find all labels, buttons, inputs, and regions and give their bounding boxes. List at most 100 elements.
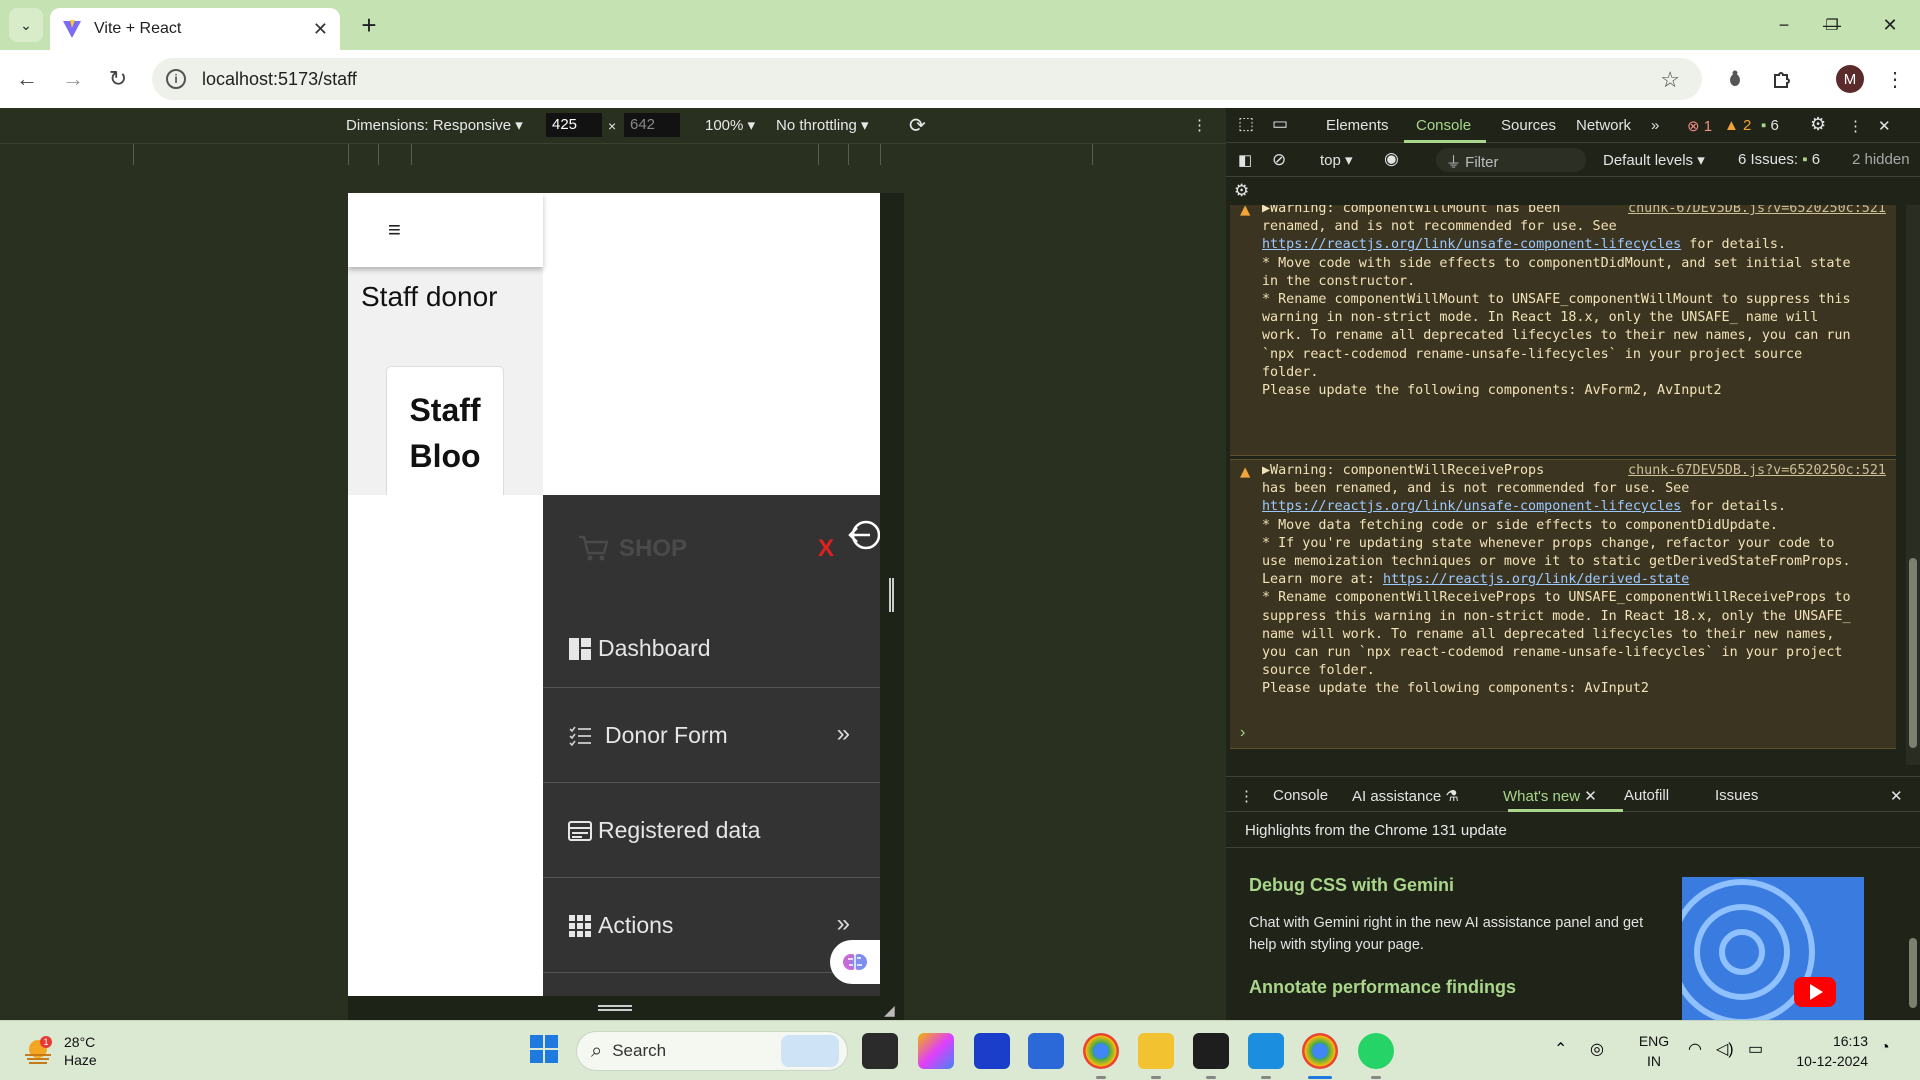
whats-new-heading-2[interactable]: Annotate performance findings <box>1249 977 1516 998</box>
tab-sources[interactable]: Sources <box>1501 117 1556 134</box>
rotate-icon[interactable]: ⟳ <box>909 113 926 138</box>
drawer-tab-whats-new[interactable]: What's new ✕ <box>1503 787 1597 805</box>
dimensions-dropdown[interactable]: Dimensions: Responsive ▾ <box>346 116 523 134</box>
close-tab-icon[interactable]: ✕ <box>313 19 328 40</box>
chrome-profile-p-icon[interactable] <box>1083 1033 1119 1069</box>
hamburger-menu-icon[interactable]: ≡ <box>388 217 401 243</box>
network-globe-icon[interactable]: ◎ <box>1590 1039 1604 1059</box>
microsoft-store-icon[interactable] <box>1028 1033 1064 1069</box>
inspect-element-icon[interactable]: ⬚ <box>1238 114 1254 134</box>
start-button[interactable] <box>528 1033 564 1069</box>
collapse-sidebar-icon[interactable] <box>846 518 880 552</box>
console-warning-1[interactable]: ▲ chunk-67DEV5DB.js?v=6520250c:521 ▶Warn… <box>1230 205 1896 456</box>
error-count[interactable]: ⊗ 1 <box>1687 117 1712 135</box>
whatsapp-icon[interactable] <box>1358 1033 1394 1069</box>
issues-button[interactable]: 6 Issues: ▪ 6 <box>1738 151 1820 168</box>
language-indicator[interactable]: ENG IN <box>1636 1031 1672 1071</box>
weather-widget[interactable]: 1 28°C Haze <box>22 1029 97 1073</box>
devtools-menu-icon[interactable]: ⋮ <box>1848 117 1863 135</box>
chevron-double-right-icon: » <box>836 720 850 747</box>
resize-handle-icon[interactable] <box>889 578 894 612</box>
sidebar-close-button[interactable]: X <box>818 535 834 563</box>
staff-card[interactable]: Staff Bloo <box>386 366 504 506</box>
whats-new-heading-1[interactable]: Debug CSS with Gemini <box>1249 875 1454 896</box>
battery-icon[interactable]: ▭ <box>1748 1039 1763 1059</box>
wifi-icon[interactable]: ◠ <box>1688 1039 1702 1059</box>
restore-button[interactable]: ❐ <box>1812 8 1852 42</box>
vscode-icon[interactable] <box>1248 1033 1284 1069</box>
more-tabs-icon[interactable]: » <box>1651 117 1659 134</box>
resize-corner-icon[interactable]: ◢ <box>884 1002 895 1019</box>
profile-avatar[interactable]: M <box>1836 65 1864 93</box>
warning-source-link[interactable]: chunk-67DEV5DB.js?v=6520250c:521 <box>1628 462 1886 480</box>
sidebar-toggle-icon[interactable]: ◧ <box>1238 151 1252 169</box>
forward-button[interactable]: → <box>56 62 90 96</box>
resize-handle-icon[interactable] <box>598 1005 632 1011</box>
whats-new-scrollbar-thumb[interactable] <box>1909 938 1917 1008</box>
minimize-icon[interactable]: − <box>1764 8 1804 42</box>
console-scrollbar-thumb[interactable] <box>1909 558 1917 748</box>
site-info-icon[interactable]: i <box>166 69 186 89</box>
clear-console-icon[interactable]: ⊘ <box>1272 150 1286 170</box>
browser-tab[interactable]: Vite + React ✕ <box>50 8 340 50</box>
live-expression-eye-icon[interactable]: ◉ <box>1384 149 1399 169</box>
settings-gear-icon[interactable]: ⚙ <box>1810 114 1826 135</box>
drawer-tab-issues[interactable]: Issues <box>1715 787 1758 804</box>
back-button[interactable]: ← <box>10 62 44 96</box>
device-options-icon[interactable]: ⋮ <box>1192 116 1207 134</box>
close-devtools-icon[interactable]: ✕ <box>1878 117 1891 135</box>
zoom-dropdown[interactable]: 100% ▾ <box>705 116 755 134</box>
browser-menu-icon[interactable]: ⋮ <box>1878 62 1912 96</box>
bookmark-star-icon[interactable]: ☆ <box>1660 67 1680 93</box>
task-view-icon[interactable] <box>862 1033 898 1069</box>
sidebar-item-dashboard[interactable]: Dashboard <box>543 607 880 688</box>
sidebar-item-registered-data[interactable]: Registered data <box>543 783 880 878</box>
derived-state-link[interactable]: https://reactjs.org/link/derived-state <box>1383 572 1689 587</box>
taskbar-search[interactable]: ⌕ Search <box>576 1031 848 1071</box>
tab-network[interactable]: Network <box>1576 117 1631 134</box>
docs-link[interactable]: https://reactjs.org/link/unsafe-componen… <box>1262 499 1681 514</box>
message-count[interactable]: ▪ 6 <box>1761 117 1779 134</box>
console-settings-gear-icon[interactable]: ⚙ <box>1234 181 1249 201</box>
ai-assistant-bubble[interactable] <box>830 940 880 984</box>
console-prompt[interactable]: › <box>1240 724 1245 742</box>
volume-icon[interactable]: ◁) <box>1716 1039 1734 1059</box>
tab-search-button[interactable]: ⌄ <box>9 8 43 42</box>
whats-new-video-thumbnail[interactable] <box>1682 877 1864 1020</box>
tab-console[interactable]: Console <box>1416 117 1471 134</box>
reload-button[interactable]: ↻ <box>101 62 135 96</box>
device-toggle-icon[interactable]: ▭ <box>1272 114 1288 134</box>
close-window-button[interactable]: ✕ <box>1870 8 1910 42</box>
width-input[interactable]: 425 <box>546 113 602 137</box>
terminal-icon[interactable] <box>1193 1033 1229 1069</box>
context-selector[interactable]: top ▾ <box>1320 151 1353 169</box>
drawer-tab-autofill[interactable]: Autofill <box>1624 787 1669 804</box>
chrome-profile-m-icon[interactable] <box>1302 1033 1338 1069</box>
close-icon[interactable]: ✕ <box>1584 788 1597 805</box>
tab-elements[interactable]: Elements <box>1326 117 1389 134</box>
extensions-puzzle-icon[interactable] <box>1765 62 1799 96</box>
drawer-tabbar: ⋮ Console AI assistance ⚗ What's new ✕ A… <box>1226 776 1920 812</box>
close-drawer-icon[interactable]: ✕ <box>1890 787 1903 805</box>
drawer-menu-icon[interactable]: ⋮ <box>1239 787 1254 805</box>
show-hidden-icons-chevron-icon[interactable]: ⌃ <box>1554 1039 1567 1059</box>
console-filter-input[interactable]: ⏚ Filter <box>1436 148 1586 172</box>
system-clock[interactable]: 16:13 10-12-2024 <box>1788 1031 1868 1071</box>
extension-bug-icon[interactable] <box>1718 62 1752 96</box>
log-levels-dropdown[interactable]: Default levels ▾ <box>1603 151 1705 169</box>
drawer-tab-console[interactable]: Console <box>1273 787 1328 804</box>
drawer-tab-ai-assistance[interactable]: AI assistance ⚗ <box>1352 787 1459 805</box>
file-explorer-icon[interactable] <box>1138 1033 1174 1069</box>
warning-source-link[interactable]: chunk-67DEV5DB.js?v=6520250c:521 <box>1628 205 1886 218</box>
throttling-dropdown[interactable]: No throttling ▾ <box>776 116 869 134</box>
address-bar[interactable]: i localhost:5173/staff ☆ <box>152 58 1702 100</box>
new-tab-button[interactable]: + <box>352 8 386 42</box>
warning-count[interactable]: ▲ 2 <box>1724 117 1751 134</box>
console-warning-2[interactable]: ▲ chunk-67DEV5DB.js?v=6520250c:521 ▶Warn… <box>1230 459 1896 749</box>
notifications-bell-icon[interactable]: ◔ <box>1880 1039 1890 1057</box>
app-icon[interactable] <box>974 1033 1010 1069</box>
sidebar-item-donor-form[interactable]: Donor Form » <box>543 688 880 783</box>
copilot-icon[interactable] <box>918 1033 954 1069</box>
height-input[interactable]: 642 <box>624 113 680 137</box>
docs-link[interactable]: https://reactjs.org/link/unsafe-componen… <box>1262 237 1681 252</box>
